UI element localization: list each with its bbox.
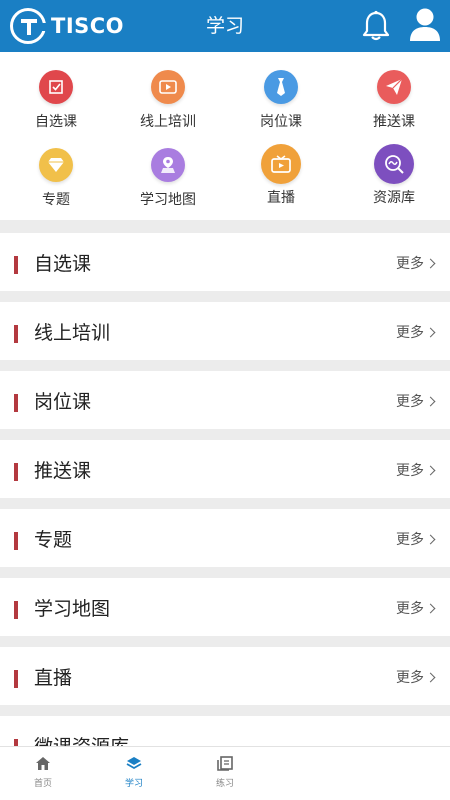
tie-icon xyxy=(264,70,298,104)
shortcut-resource-library[interactable]: 资源库 xyxy=(338,144,450,207)
section-accent-bar xyxy=(14,325,18,343)
more-link[interactable]: 更多 xyxy=(396,647,436,709)
section-push-course: 推送课 更多 xyxy=(0,440,450,498)
section-title: 推送课 xyxy=(34,460,92,482)
user-profile-icon[interactable] xyxy=(408,7,442,47)
more-link[interactable]: 更多 xyxy=(396,440,436,502)
section-topic: 专题 更多 xyxy=(0,509,450,567)
checkbox-icon xyxy=(39,70,73,104)
shortcut-live[interactable]: 直播 xyxy=(225,144,337,207)
more-link[interactable]: 更多 xyxy=(396,371,436,433)
course-section-list: 自选课 更多 线上培训 更多 岗位课 更多 推送课 更多 专题 更多 学习地图 … xyxy=(0,222,450,774)
section-accent-bar xyxy=(14,532,18,550)
shortcut-position-course[interactable]: 岗位课 xyxy=(225,70,337,131)
shortcut-learning-map[interactable]: 学习地图 xyxy=(112,148,224,209)
bell-icon[interactable] xyxy=(361,10,391,46)
shortcut-label: 线上培训 xyxy=(140,114,196,130)
chevron-right-icon xyxy=(425,603,436,614)
shortcut-zixuanke[interactable]: 自选课 xyxy=(0,70,112,131)
paper-plane-icon xyxy=(377,70,411,104)
section-position-course: 岗位课 更多 xyxy=(0,371,450,429)
chevron-right-icon xyxy=(425,258,436,269)
tab-label: 练习 xyxy=(215,779,234,789)
more-link[interactable]: 更多 xyxy=(396,302,436,364)
shortcut-push-course[interactable]: 推送课 xyxy=(338,70,450,131)
section-accent-bar xyxy=(14,394,18,412)
shortcut-grid: 自选课 线上培训 岗位课 推送课 专题 学习地图 直播 资源库 xyxy=(0,52,450,220)
section-accent-bar xyxy=(14,256,18,274)
notebook-icon xyxy=(217,756,233,771)
section-online-training: 线上培训 更多 xyxy=(0,302,450,360)
section-title: 直播 xyxy=(34,667,73,689)
shortcut-label: 专题 xyxy=(42,192,70,208)
app-header: TISCO 学习 xyxy=(0,0,450,52)
chevron-right-icon xyxy=(425,465,436,476)
section-zixuanke: 自选课 更多 xyxy=(0,233,450,291)
section-title: 自选课 xyxy=(34,253,92,275)
resource-search-icon xyxy=(374,144,414,184)
section-learning-map: 学习地图 更多 xyxy=(0,578,450,636)
shortcut-label: 学习地图 xyxy=(140,192,196,208)
chevron-right-icon xyxy=(425,327,436,338)
bottom-tab-bar: 首页 学习 练习 xyxy=(0,746,450,800)
chevron-right-icon xyxy=(425,396,436,407)
tab-home[interactable]: 首页 xyxy=(13,756,73,789)
section-title: 学习地图 xyxy=(34,598,111,620)
more-link[interactable]: 更多 xyxy=(396,578,436,640)
tab-study[interactable]: 学习 xyxy=(104,756,164,789)
shortcut-label: 资源库 xyxy=(373,190,415,206)
chevron-right-icon xyxy=(425,672,436,683)
diamond-icon xyxy=(39,148,73,182)
home-icon xyxy=(36,757,50,770)
shortcut-label: 推送课 xyxy=(373,114,415,130)
section-title: 线上培训 xyxy=(34,322,111,344)
more-link[interactable]: 更多 xyxy=(396,233,436,295)
more-link[interactable]: 更多 xyxy=(396,509,436,571)
section-accent-bar xyxy=(14,601,18,619)
video-play-icon xyxy=(151,70,185,104)
tab-label: 学习 xyxy=(124,779,143,789)
shortcut-label: 直播 xyxy=(267,190,295,206)
shortcut-label: 岗位课 xyxy=(260,114,302,130)
shortcut-online-training[interactable]: 线上培训 xyxy=(112,70,224,131)
layers-icon xyxy=(126,757,142,770)
shortcut-label: 自选课 xyxy=(35,114,77,130)
chevron-right-icon xyxy=(425,534,436,545)
tab-practice[interactable]: 练习 xyxy=(195,756,255,789)
section-accent-bar xyxy=(14,670,18,688)
section-title: 岗位课 xyxy=(34,391,92,413)
tab-label: 首页 xyxy=(33,779,52,789)
shortcut-topic[interactable]: 专题 xyxy=(0,148,112,209)
section-live: 直播 更多 xyxy=(0,647,450,705)
live-tv-icon xyxy=(261,144,301,184)
section-title: 专题 xyxy=(34,529,73,551)
map-pin-icon xyxy=(151,148,185,182)
section-accent-bar xyxy=(14,463,18,481)
